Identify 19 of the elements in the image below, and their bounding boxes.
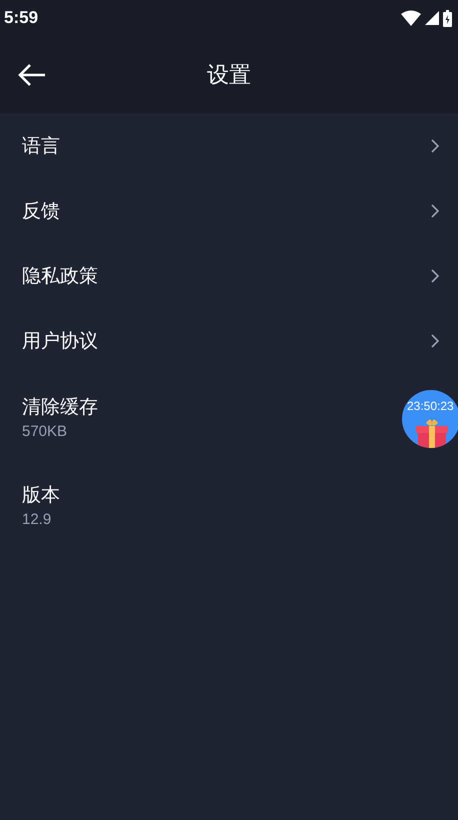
settings-row[interactable]: 用户协议 — [0, 308, 458, 373]
signal-icon — [425, 11, 439, 25]
status-time: 5:59 — [4, 8, 38, 28]
gift-icon — [414, 417, 450, 448]
countdown-timer: 23:50:23 — [407, 399, 454, 413]
row-value: 570KB — [22, 423, 68, 440]
setting-label[interactable]: 版本 — [22, 482, 60, 508]
chevron-icon — [430, 268, 440, 284]
row-value: 12.9 — [22, 511, 52, 528]
wifi-icon — [401, 10, 421, 26]
settings-row[interactable]: 隐私政策 — [0, 243, 458, 308]
chevron-icon — [430, 138, 440, 154]
settings-row[interactable]: 语言 — [0, 113, 458, 178]
page-title: 设置 — [207, 62, 251, 90]
setting-label[interactable]: 清除缓存 — [22, 394, 98, 420]
settings-row[interactable]: 反馈 — [0, 178, 458, 243]
chevron-icon — [430, 332, 440, 348]
chevron-icon — [430, 202, 440, 218]
battery-icon — [443, 10, 452, 26]
